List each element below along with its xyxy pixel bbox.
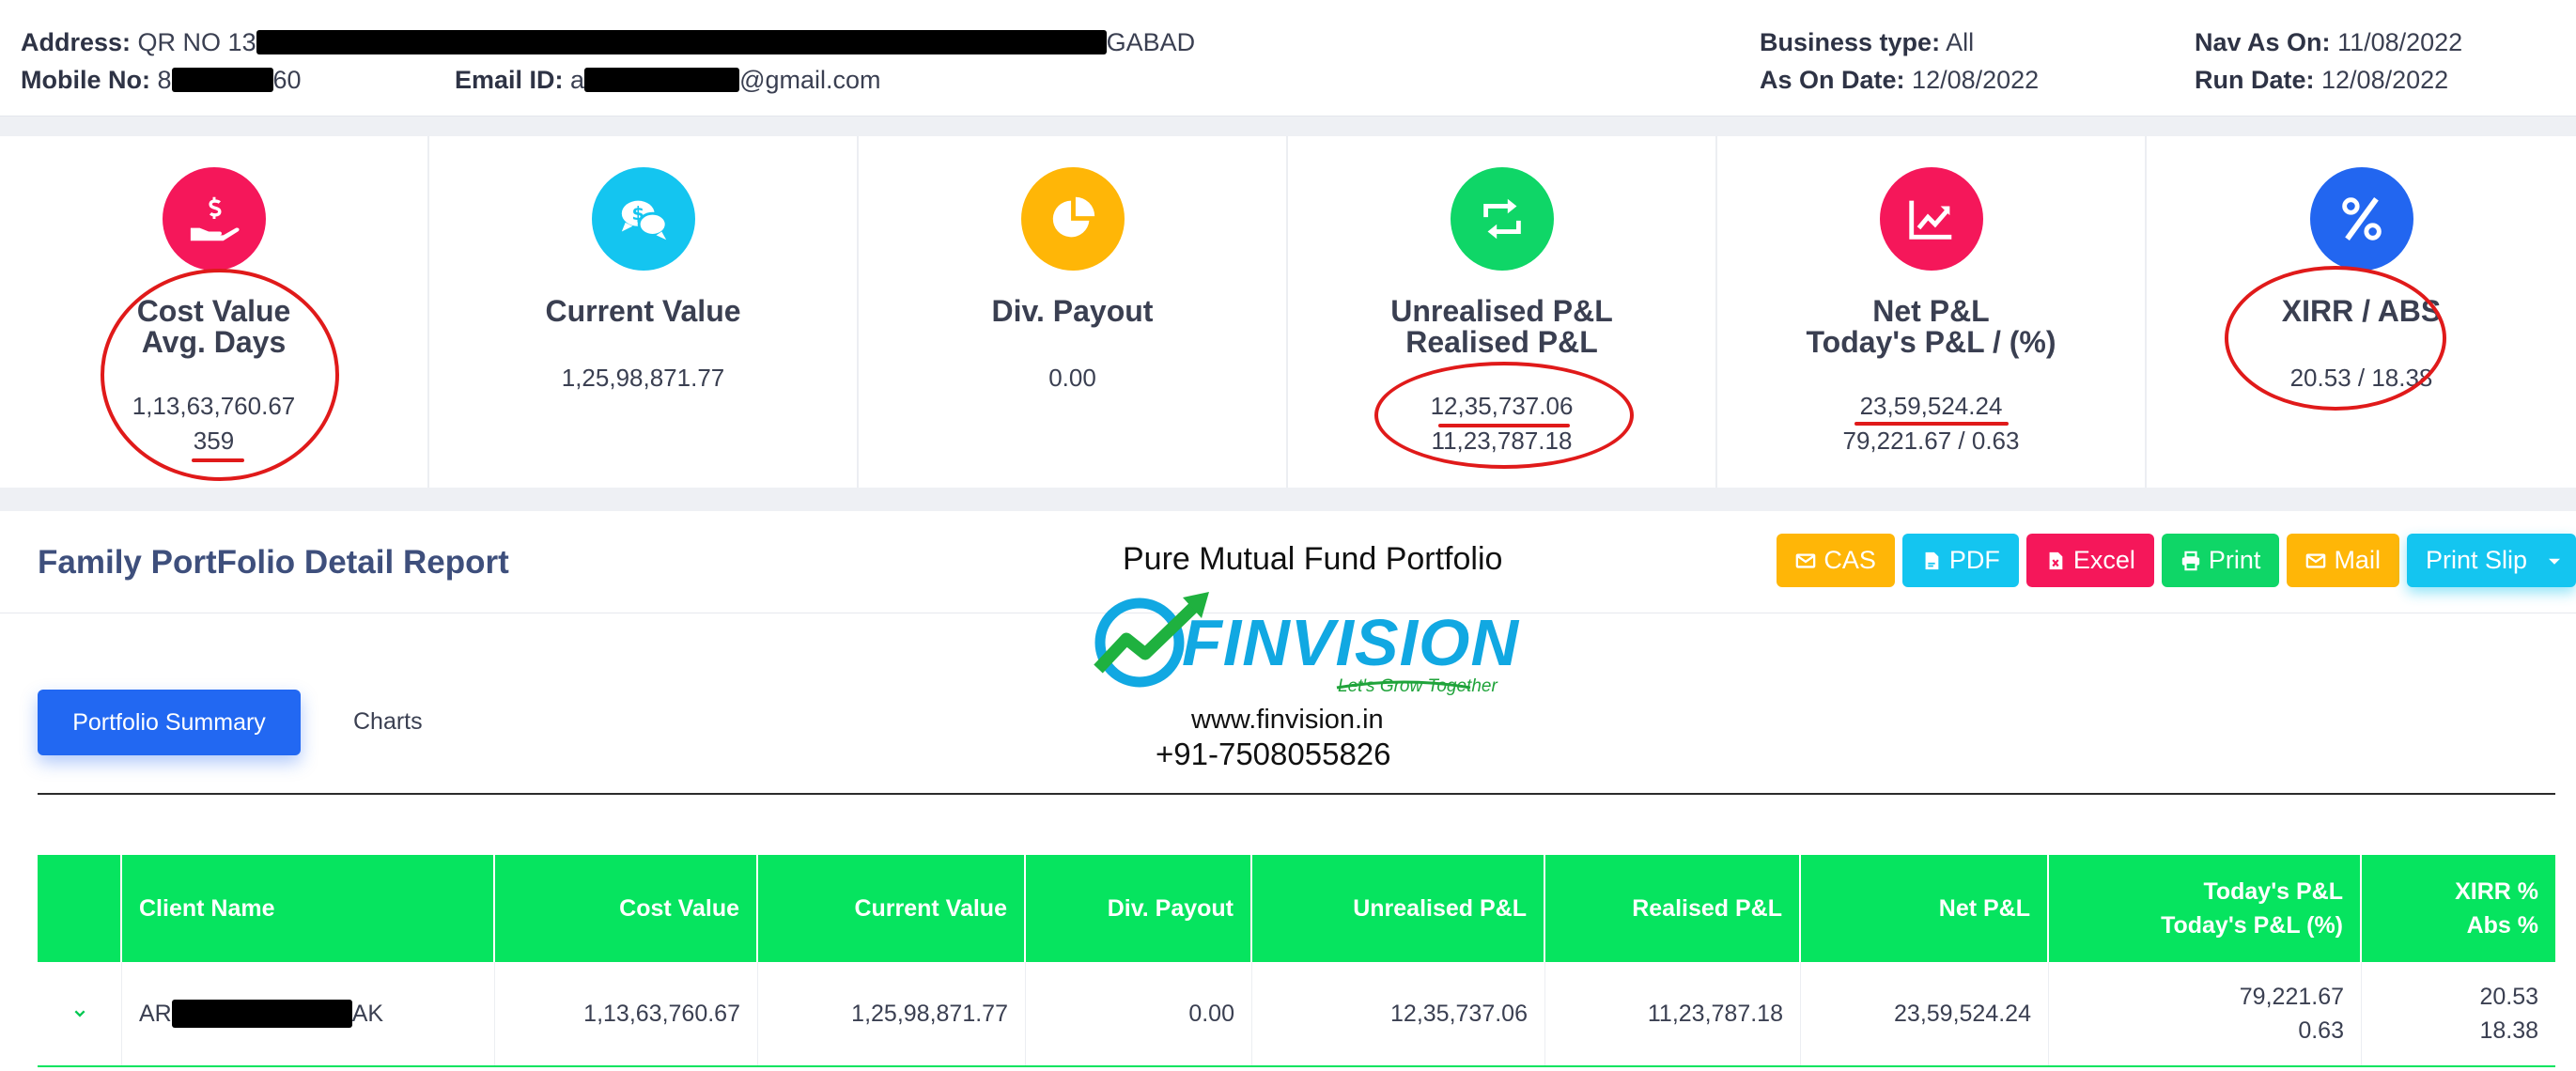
cas-button[interactable]: CAS: [1777, 534, 1895, 587]
stat-cost-value: Cost Value Avg. Days 1,13,63,760.67 359: [0, 136, 429, 488]
chevron-down-icon: [74, 1010, 85, 1017]
nav-as-on: Nav As On: 11/08/2022: [2195, 28, 2463, 56]
realised-pl-cell: 11,23,787.18: [1545, 962, 1801, 1065]
redacted-block: [171, 1000, 352, 1028]
stat-net-pl: Net P&L Today's P&L / (%) 23,59,524.24 7…: [1717, 136, 2147, 488]
stat-secondary-value: 359: [193, 427, 235, 455]
hand-dollar-icon: [162, 167, 266, 271]
stat-unrealised-pl: Unrealised P&L Realised P&L 12,35,737.06…: [1288, 136, 1717, 488]
redacted-block: [584, 68, 740, 92]
as-on-date: As On Date: 12/08/2022: [1760, 66, 2040, 94]
tab-portfolio-summary[interactable]: Portfolio Summary: [38, 690, 301, 755]
net-pl-cell: 23,59,524.24: [1801, 962, 2049, 1065]
report-subtitle: Pure Mutual Fund Portfolio: [1123, 541, 1503, 577]
unrealised-pl-header: Unrealised P&L: [1252, 855, 1545, 962]
current-value-header: Current Value: [758, 855, 1026, 962]
stat-title: Div. Payout: [991, 294, 1154, 328]
table-row[interactable]: AR AK 1,13,63,760.67 1,25,98,871.77 0.00 …: [38, 962, 2555, 1067]
brand-tagline: Let's Grow Together: [1338, 676, 1497, 696]
todays-pl-cell: 79,221.67 0.63: [2049, 962, 2362, 1065]
cost-value-header: Cost Value: [495, 855, 758, 962]
div-payout-cell: 0.00: [1026, 962, 1252, 1065]
envelope-icon: [2306, 552, 2326, 568]
address-line: Address: QR NO 13 GABAD: [21, 28, 1196, 56]
pie-chart-icon: [1020, 167, 1125, 271]
expand-row-toggle[interactable]: [38, 962, 122, 1065]
unrealised-pl-cell: 12,35,737.06: [1252, 962, 1545, 1065]
client-name-cell: AR AK: [122, 962, 495, 1065]
client-info-header: Address: QR NO 13 GABAD Mobile No: 8 60 Em…: [0, 0, 2576, 116]
net-pl-header: Net P&L: [1801, 855, 2049, 962]
realised-pl-header: Realised P&L: [1545, 855, 1801, 962]
report-panel: Family PortFolio Detail Report Pure Mutu…: [0, 511, 2576, 1071]
redacted-block: [256, 30, 1107, 54]
mobile-line: Mobile No: 8 60: [21, 66, 302, 94]
chat-dollar-icon: $: [591, 167, 695, 271]
caret-down-icon: [2549, 558, 2560, 565]
stat-value: 0.00: [1048, 364, 1096, 392]
stat-secondary-value: 11,23,787.18: [1431, 427, 1573, 455]
export-toolbar: CAS PDF Excel Print Mail Print Slip: [1777, 534, 2576, 587]
portfolio-table: Client Name Cost Value Current Value Div…: [38, 855, 2555, 1067]
excel-file-icon: [2049, 551, 2063, 569]
expand-column-header: [38, 855, 122, 962]
stat-div-payout: Div. Payout 0.00: [859, 136, 1288, 488]
svg-text:$: $: [631, 203, 644, 225]
print-slip-dropdown[interactable]: Print Slip: [2406, 534, 2576, 587]
report-title: Family PortFolio Detail Report: [38, 544, 509, 581]
stat-title: Cost Value Avg. Days: [136, 294, 291, 359]
pdf-file-icon: [1925, 551, 1939, 569]
div-payout-header: Div. Payout: [1026, 855, 1252, 962]
annotation-underline: [1438, 424, 1570, 427]
envelope-icon: [1796, 552, 1816, 568]
xirr-abs-header: XIRR % Abs %: [2455, 878, 2538, 939]
retweet-icon: [1450, 167, 1554, 271]
stat-current-value: $ Current Value 1,25,98,871.77: [429, 136, 859, 488]
stat-value: 1,13,63,760.67: [132, 392, 296, 420]
stat-value: 12,35,737.06: [1430, 392, 1574, 420]
todays-pl-header: Today's P&L Today's P&L (%): [2049, 855, 2362, 962]
print-button[interactable]: Print: [2161, 534, 2280, 587]
stat-title: XIRR / ABS: [2281, 294, 2442, 328]
stat-title: Unrealised P&L Realised P&L: [1390, 294, 1613, 359]
xirr-abs-cell: 20.53 18.38: [2479, 984, 2538, 1044]
client-name-header: Client Name: [122, 855, 495, 962]
redacted-block: [171, 68, 273, 92]
stat-title: Net P&L Today's P&L / (%): [1806, 294, 2056, 359]
pdf-button[interactable]: PDF: [1901, 534, 2019, 587]
phone-text: +91-7508055826: [1156, 737, 1391, 771]
chart-line-icon: [1879, 167, 1983, 271]
stat-value: 23,59,524.24: [1859, 392, 2003, 420]
stat-value: 20.53 / 18.38: [2289, 364, 2433, 392]
current-value-cell: 1,25,98,871.77: [758, 962, 1026, 1065]
stat-title: Current Value: [545, 294, 741, 328]
stat-xirr-abs: XIRR / ABS 20.53 / 18.38: [2147, 136, 2576, 488]
printer-icon: [2181, 551, 2200, 570]
tab-charts[interactable]: Charts: [353, 708, 423, 736]
annotation-underline: [192, 458, 244, 462]
brand-name: FINVISION: [1182, 606, 1520, 679]
business-type: Business type: All: [1760, 28, 1975, 56]
email-line: Email ID: a @gmail.com: [455, 66, 881, 94]
run-date: Run Date: 12/08/2022: [2195, 66, 2449, 94]
excel-button[interactable]: Excel: [2025, 534, 2154, 587]
percent-icon: [2309, 167, 2413, 271]
tab-underline: [38, 793, 2555, 795]
mail-button[interactable]: Mail: [2287, 534, 2399, 587]
website-text: www.finvision.in: [1191, 705, 1384, 735]
cost-value-cell: 1,13,63,760.67: [495, 962, 758, 1065]
stat-value: 1,25,98,871.77: [561, 364, 725, 392]
table-header: Client Name Cost Value Current Value Div…: [38, 855, 2555, 962]
stat-secondary-value: 79,221.67 / 0.63: [1842, 427, 2020, 455]
annotation-underline: [1854, 422, 2009, 426]
summary-stats: Cost Value Avg. Days 1,13,63,760.67 359 …: [0, 136, 2576, 488]
